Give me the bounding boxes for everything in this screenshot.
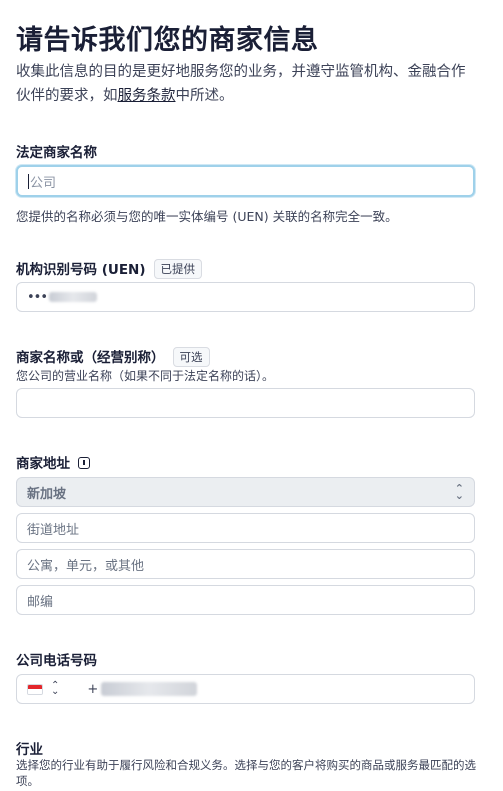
text-caret (28, 173, 29, 189)
dba-hint: 您公司的营业名称（如果不同于法定名称的话）。 (16, 369, 275, 383)
phone-masked-value: + (87, 681, 98, 697)
legal-name-help: 您提供的名称必须与您的唯一实体编号 (UEN) 关联的名称完全一致。 (16, 209, 398, 224)
info-icon[interactable] (78, 457, 90, 469)
unit-input[interactable]: 公寓，单元，或其他 (16, 549, 475, 579)
dba-label-text: 商家名称或（经营别称） (16, 350, 165, 366)
unit-placeholder: 公寓，单元，或其他 (27, 558, 145, 574)
uen-redacted-blur (49, 292, 98, 302)
chevron-updown-icon: ⌃ ⌄ (454, 482, 464, 502)
country-value: 新加坡 (27, 486, 67, 502)
terms-of-service-link[interactable]: 服务条款 (118, 88, 176, 104)
street-placeholder: 街道地址 (27, 522, 80, 538)
phone-label: 公司电话号码 (16, 653, 97, 669)
optional-badge: 可选 (172, 347, 210, 367)
business-info-form: 请告诉我们您的商家信息 收集此信息的目的是更好地服务您的业务，并遵守监管机构、金… (0, 0, 503, 791)
postal-code-input[interactable]: 邮编 (16, 585, 475, 615)
industry-help: 选择您的行业有助于履行风险和合规义务。选择与您的客户将购买的商品或服务最匹配的选… (16, 758, 476, 788)
uen-label-text: 机构识别号码 (UEN) (16, 262, 146, 278)
subtitle-text: 收集此信息的目的是更好地服务您的业务，并遵守监管机构、金融合作伙伴的要求，如 (16, 64, 466, 104)
uen-input[interactable]: ••• (16, 282, 475, 312)
legal-name-input[interactable]: 公司 (16, 165, 475, 197)
page-title: 请告诉我们您的商家信息 (16, 25, 319, 56)
address-label: 商家地址 (16, 452, 90, 472)
phone-redacted-blur (101, 682, 198, 696)
page-subtitle: 收集此信息的目的是更好地服务您的业务，并遵守监管机构、金融合作伙伴的要求，如服务… (16, 60, 476, 108)
country-select[interactable]: 新加坡 ⌃ ⌄ (16, 477, 475, 507)
chevron-updown-icon[interactable]: ⌃ ⌄ (51, 681, 59, 697)
dba-input[interactable] (16, 388, 475, 418)
flag-singapore-icon[interactable] (27, 683, 43, 695)
phone-input[interactable]: ⌃ ⌄ + (16, 674, 475, 704)
legal-name-placeholder: 公司 (30, 175, 57, 191)
provided-badge: 已提供 (153, 259, 203, 279)
uen-masked-value: ••• (27, 289, 48, 305)
postal-placeholder: 邮编 (27, 594, 54, 610)
dba-label: 商家名称或（经营别称） 可选 (16, 346, 210, 367)
subtitle-suffix: 中所述。 (175, 88, 234, 104)
uen-label: 机构识别号码 (UEN) 已提供 (16, 258, 203, 279)
street-address-input[interactable]: 街道地址 (16, 513, 475, 543)
address-label-text: 商家地址 (16, 456, 70, 472)
industry-label: 行业 (16, 742, 43, 758)
legal-name-label: 法定商家名称 (16, 145, 97, 161)
